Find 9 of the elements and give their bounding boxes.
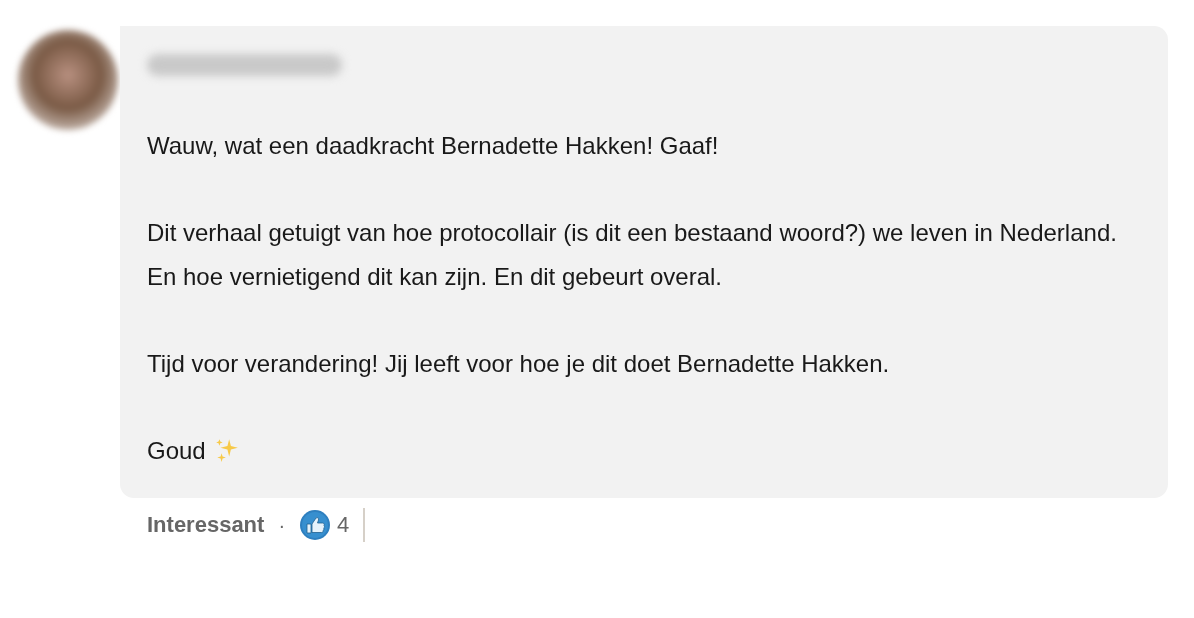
comment-paragraph: Tijd voor verandering! Jij leeft voor hoe je dit doet Bernadette Hakken. [147, 348, 891, 379]
thumbs-up-icon[interactable] [299, 509, 332, 541]
comment-paragraph: Dit verhaal getuigt van hoe protocollair (is dit een bestaand woord?) we leven in Nederland. En hoe vernietigend dit kan zijn. En dit gebeurt overal. [147, 218, 1118, 292]
sparkles-icon [213, 437, 240, 464]
comment-text: Goud [147, 435, 206, 466]
comment-paragraph: Wauw, wat een daadkracht Bernadette Hakken! Gaaf! [147, 131, 720, 161]
reaction-count: 4 [337, 512, 350, 538]
separator-dot: · [278, 513, 286, 537]
reaction-button[interactable]: Interessant [147, 510, 265, 540]
